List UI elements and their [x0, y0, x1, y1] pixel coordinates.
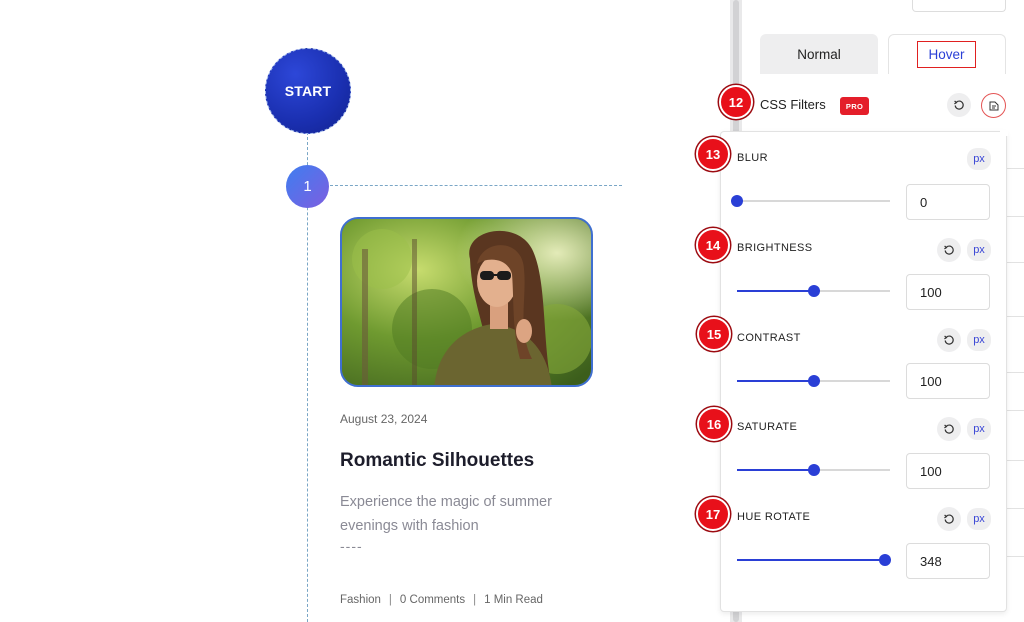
blur-slider-handle[interactable] [731, 195, 743, 207]
step-badge-17: 17 [696, 497, 730, 531]
post-excerpt: Experience the magic of summer evenings … [340, 494, 552, 534]
start-label: START [284, 83, 332, 99]
meta-separator: | [388, 594, 392, 606]
brightness-slider-handle[interactable] [808, 285, 820, 297]
css-filters-edit-button[interactable] [981, 93, 1006, 118]
brightness-label: BRIGHTNESS [737, 242, 813, 254]
meta-separator: | [473, 594, 477, 606]
blur-value-input[interactable]: 0 [906, 184, 990, 220]
popover-notch [1000, 130, 1008, 136]
step-badge-13: 13 [696, 137, 730, 171]
screen: START 1 August 23, 2024 Romantic Silhoue… [0, 0, 1024, 622]
post-read-time: 1 Min Read [484, 594, 543, 606]
top-input-field[interactable] [912, 0, 1006, 12]
hue-rotate-slider-fill [737, 559, 885, 561]
contrast-slider-fill [737, 380, 814, 382]
contrast-label: CONTRAST [737, 332, 801, 344]
saturate-value-input[interactable]: 100 [906, 453, 990, 489]
step-badge-14: 14 [696, 228, 730, 262]
pro-badge: PRO [840, 97, 869, 115]
step-badge-16: 16 [697, 407, 731, 441]
hue-rotate-slider-handle[interactable] [879, 554, 891, 566]
saturate-slider-handle[interactable] [808, 464, 820, 476]
contrast-slider-handle[interactable] [808, 375, 820, 387]
timeline-step-marker: 1 [286, 165, 329, 208]
step-number: 1 [303, 178, 312, 195]
tab-hover-highlight[interactable]: Hover [917, 41, 976, 68]
tab-hover-label: Hover [928, 47, 965, 62]
woman-photo-image [342, 219, 591, 385]
post-featured-image[interactable] [340, 217, 593, 387]
brightness-reset-button[interactable] [937, 238, 961, 262]
timeline-horizontal-line [330, 185, 622, 186]
contrast-reset-button[interactable] [937, 328, 961, 352]
reset-icon [944, 335, 954, 345]
blur-unit-button[interactable]: px [967, 148, 991, 170]
reset-icon [944, 424, 954, 434]
reset-icon [944, 514, 954, 524]
brightness-value-input[interactable]: 100 [906, 274, 990, 310]
blur-label: BLUR [737, 152, 768, 164]
hue-rotate-value-input[interactable]: 348 [906, 543, 990, 579]
css-filters-label: CSS Filters [760, 97, 826, 112]
step-badge-12: 12 [719, 85, 753, 119]
hue-rotate-slider[interactable] [737, 554, 891, 566]
hue-rotate-unit-button[interactable]: px [967, 508, 991, 530]
blur-slider[interactable] [731, 195, 890, 207]
reset-icon [944, 245, 954, 255]
saturate-label: SATURATE [737, 421, 798, 433]
post-meta: Fashion | 0 Comments | 1 Min Read [340, 594, 543, 606]
contrast-unit-button[interactable]: px [967, 329, 991, 351]
tab-normal-label: Normal [797, 46, 841, 62]
background-row-dividers [1006, 0, 1024, 622]
brightness-slider-fill [737, 290, 814, 292]
reset-icon [954, 100, 964, 110]
timeline-start-marker: START [265, 48, 351, 134]
saturate-unit-button[interactable]: px [967, 418, 991, 440]
brightness-slider[interactable] [737, 285, 890, 297]
css-filters-reset-button[interactable] [947, 93, 971, 117]
post-date: August 23, 2024 [340, 412, 428, 426]
step-badge-15: 15 [697, 317, 731, 351]
saturate-reset-button[interactable] [937, 417, 961, 441]
post-excerpt-dashes: ---- [340, 538, 363, 554]
saturate-slider-fill [737, 469, 814, 471]
hue-rotate-label: HUE ROTATE [737, 511, 811, 523]
post-title[interactable]: Romantic Silhouettes [340, 450, 534, 472]
post-category[interactable]: Fashion [340, 594, 381, 606]
hue-rotate-reset-button[interactable] [937, 507, 961, 531]
post-comments[interactable]: 0 Comments [400, 594, 465, 606]
edit-icon [989, 101, 998, 110]
brightness-unit-button[interactable]: px [967, 239, 991, 261]
tab-normal[interactable]: Normal [760, 34, 878, 74]
contrast-value-input[interactable]: 100 [906, 363, 990, 399]
contrast-slider[interactable] [737, 375, 890, 387]
saturate-slider[interactable] [737, 464, 890, 476]
